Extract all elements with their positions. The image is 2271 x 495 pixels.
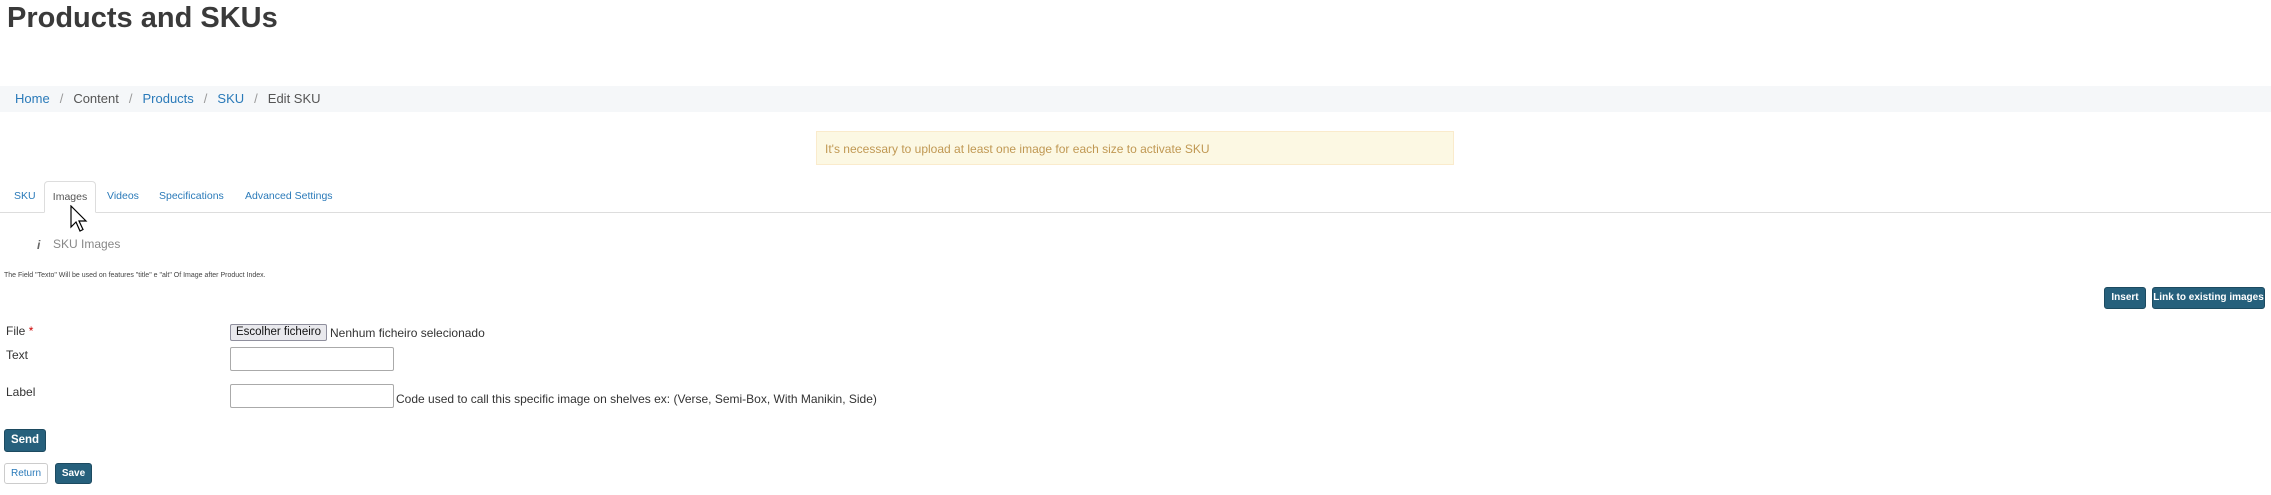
- label-label: Label: [6, 385, 36, 399]
- breadcrumb-home[interactable]: Home: [15, 86, 50, 112]
- mouse-cursor-icon: [70, 205, 88, 232]
- insert-button[interactable]: Insert: [2104, 287, 2146, 309]
- section-title: SKU Images: [53, 237, 121, 251]
- required-marker: *: [28, 324, 34, 338]
- send-button[interactable]: Send: [4, 429, 46, 452]
- breadcrumb-sku[interactable]: SKU: [217, 86, 244, 112]
- tab-bar: SKU Images Videos Specifications Advance…: [0, 181, 2271, 213]
- breadcrumb-separator: /: [203, 91, 208, 106]
- text-label: Text: [6, 348, 29, 362]
- breadcrumb-products[interactable]: Products: [142, 86, 193, 112]
- breadcrumb-separator: /: [254, 91, 258, 106]
- return-button[interactable]: Return: [4, 463, 48, 484]
- tab-sku[interactable]: SKU: [8, 181, 42, 212]
- tab-advanced-settings[interactable]: Advanced Settings: [239, 181, 339, 212]
- tab-videos[interactable]: Videos: [101, 181, 145, 212]
- label-help-text: Code used to call this specific image on…: [396, 392, 877, 406]
- choose-file-button[interactable]: Escolher ficheiro: [230, 324, 327, 341]
- label-input[interactable]: [230, 384, 394, 408]
- page-title: Products and SKUs: [7, 2, 278, 34]
- field-note: The Field "Texto" Will be used on featur…: [4, 272, 266, 279]
- breadcrumb-separator: /: [128, 91, 133, 106]
- save-button[interactable]: Save: [55, 463, 92, 484]
- warning-alert: It's necessary to upload at least one im…: [816, 131, 1454, 165]
- link-existing-images-button[interactable]: Link to existing images: [2152, 287, 2265, 309]
- file-status: Nenhum ficheiro selecionado: [330, 326, 485, 340]
- breadcrumb-edit-sku: Edit SKU: [267, 91, 321, 106]
- breadcrumb-content: Content: [73, 91, 119, 106]
- file-label-text: File: [6, 324, 26, 338]
- breadcrumb-separator: /: [59, 91, 64, 106]
- info-icon: i: [37, 238, 41, 252]
- breadcrumb: Home / Content / Products / SKU / Edit S…: [0, 86, 2271, 112]
- tab-specifications[interactable]: Specifications: [153, 181, 230, 212]
- text-input[interactable]: [230, 347, 394, 371]
- file-label: File *: [6, 324, 33, 338]
